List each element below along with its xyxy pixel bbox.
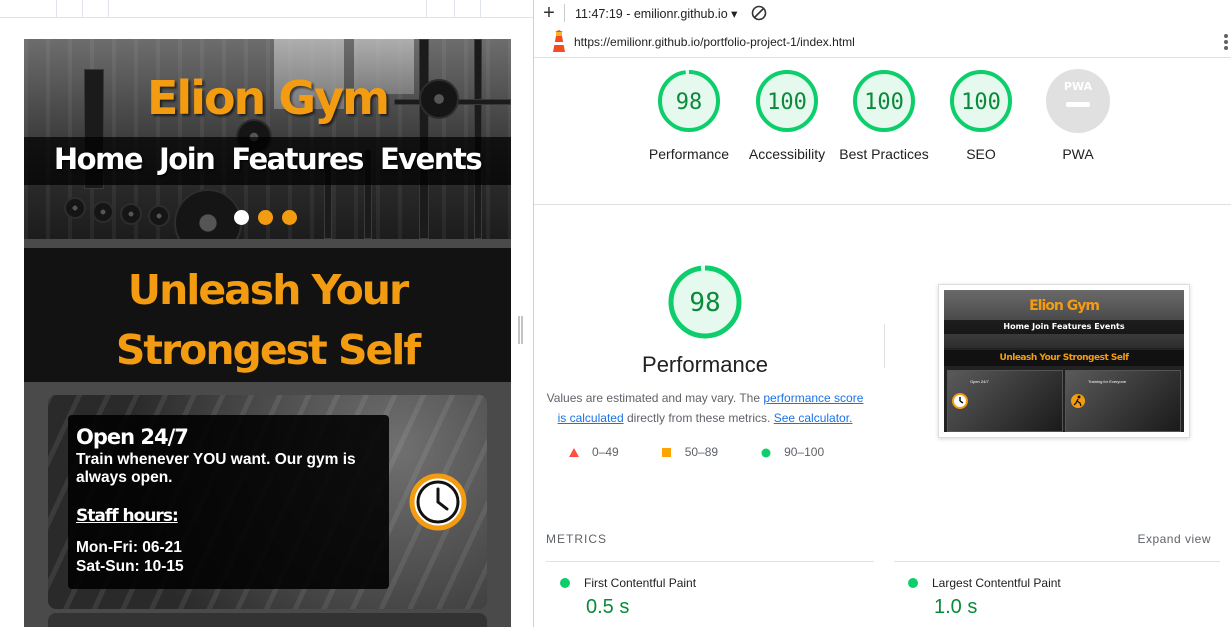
pane-resize-handle[interactable] (518, 316, 524, 344)
gauge-label-pwa: PWA (1062, 146, 1094, 162)
gauge-value-accessibility: 100 (767, 90, 807, 115)
hours-weekdays: Mon-Fri: 06-21 (76, 539, 182, 556)
thumbnail-card-1-text: Open 24/7 (970, 379, 989, 384)
section-divider (534, 204, 1231, 205)
pwa-badge-text: PWA (1063, 80, 1093, 93)
gauge-value-seo: 100 (961, 90, 1001, 115)
thumbnail-nav: Home Join Features Events (944, 320, 1184, 334)
staff-hours-heading: Staff hours: (76, 506, 179, 526)
gauge-value-performance: 98 (676, 90, 703, 115)
feature-card-panel: Open 24/7 Train whenever YOU want. Our g… (68, 415, 389, 589)
metric-lcp: Largest Contentful Paint 1.0 s (908, 576, 1061, 619)
gauge-seo[interactable]: 100 SEO (949, 69, 1013, 162)
add-report-icon[interactable]: + (534, 2, 564, 25)
clock-icon (409, 473, 467, 531)
score-legend: 0–49 50–89 90–100 (568, 445, 866, 459)
performance-gauge-large: 98 (668, 265, 742, 339)
lighthouse-panel: + 11:47:19 - emilionr.github.io ▾ https:… (534, 0, 1231, 627)
card-heading: Open 24/7 (76, 425, 189, 449)
pass-indicator-icon (908, 578, 918, 588)
expand-view-toggle[interactable]: Expand view (1137, 532, 1211, 546)
feature-card-open-24-7: Open 24/7 Train whenever YOU want. Our g… (48, 395, 487, 609)
gauge-label-best-practices: Best Practices (839, 146, 929, 162)
report-url-bar: https://emilionr.github.io/portfolio-pro… (534, 27, 1231, 58)
carousel-dot-3[interactable] (282, 210, 297, 225)
lighthouse-toolbar: + 11:47:19 - emilionr.github.io ▾ (534, 0, 1231, 26)
thumbnail-clock-icon (952, 393, 968, 409)
report-selector-label: 11:47:19 - emilionr.github.io (575, 6, 728, 21)
device-emulation-pane: Elion Gym Home Join Features Events Unle… (0, 0, 533, 627)
gauge-ring-performance: 98 (658, 70, 720, 132)
legend-average-range: 50–89 (684, 445, 719, 459)
feature-card-next (48, 613, 487, 627)
metric-fcp-value: 0.5 s (586, 596, 630, 618)
thumbnail-card-1: Open 24/7 (947, 370, 1063, 432)
see-calculator-link[interactable]: See calculator. (774, 411, 853, 425)
clear-all-icon[interactable] (751, 5, 767, 21)
metrics-rule-right (894, 561, 1220, 562)
gauge-ring-seo: 100 (950, 70, 1012, 132)
toolbar-separator (564, 4, 565, 22)
tagline-section: Unleash Your Strongest Self (24, 248, 511, 382)
metric-lcp-name: Largest Contentful Paint (932, 576, 1061, 590)
gauge-accessibility[interactable]: 100 Accessibility (749, 69, 825, 162)
vertical-divider (884, 324, 885, 368)
thumbnail-title: Elion Gym (1029, 298, 1100, 314)
pwa-badge-icon (1046, 69, 1110, 133)
site-title: Elion Gym (147, 71, 390, 125)
thumbnail-card-2: Training for Everyone (1065, 370, 1181, 432)
nav-link-home[interactable]: Home (54, 142, 144, 176)
nav-link-events[interactable]: Events (380, 142, 483, 176)
metrics-rule-left (546, 561, 874, 562)
performance-description: Values are estimated and may vary. The p… (542, 388, 868, 428)
report-selector[interactable]: 11:47:19 - emilionr.github.io ▾ (575, 6, 737, 21)
gauge-pwa[interactable]: PWA PWA (1046, 69, 1110, 162)
thumbnail-content: Elion Gym Home Join Features Events Unle… (944, 290, 1184, 432)
pass-indicator-icon (560, 578, 570, 588)
legend-pass-range: 90–100 (784, 445, 825, 459)
nav-link-join[interactable]: Join (159, 142, 216, 176)
average-square-icon (661, 447, 671, 457)
gauge-performance[interactable]: 98 Performance (649, 69, 729, 162)
final-screenshot-thumbnail[interactable]: Elion Gym Home Join Features Events Unle… (938, 284, 1190, 438)
gauge-best-practices[interactable]: 100 Best Practices (839, 69, 929, 162)
dropdown-arrow-icon: ▾ (731, 6, 738, 21)
hero-banner: Elion Gym Home Join Features Events (24, 39, 511, 239)
card-body-text: Train whenever YOU want. Our gym is alwa… (76, 451, 356, 486)
tagline-heading: Unleash Your Strongest Self (115, 266, 421, 374)
more-options-icon[interactable] (1223, 32, 1229, 52)
nav-link-features[interactable]: Features (231, 142, 364, 176)
report-url[interactable]: https://emilionr.github.io/portfolio-pro… (574, 35, 855, 49)
legend-fail-range: 0–49 (592, 445, 619, 459)
site-nav: Home Join Features Events (24, 137, 511, 185)
device-toolbar-ruler (0, 0, 533, 18)
legend-fail: 0–49 (568, 445, 619, 459)
gauge-value-best-practices: 100 (864, 90, 904, 115)
description-text-mid: directly from these metrics. (623, 411, 774, 425)
metric-fcp-name: First Contentful Paint (584, 576, 697, 590)
performance-title: Performance (642, 352, 768, 377)
metric-lcp-value: 1.0 s (934, 596, 978, 618)
thumbnail-card-2-text: Training for Everyone (1088, 379, 1127, 384)
thumbnail-runner-icon (1071, 394, 1085, 408)
gauge-label-accessibility: Accessibility (748, 146, 826, 162)
pass-circle-icon (761, 448, 771, 457)
gauge-ring-best-practices: 100 (853, 70, 915, 132)
hours-weekend: Sat-Sun: 10-15 (76, 558, 184, 575)
gauge-ring-accessibility: 100 (756, 70, 818, 132)
fail-triangle-icon (569, 447, 579, 457)
description-text: Values are estimated and may vary. The (546, 391, 764, 405)
device-viewport: Elion Gym Home Join Features Events Unle… (24, 39, 511, 627)
legend-average: 50–89 (661, 445, 718, 459)
carousel-dot-2[interactable] (258, 210, 273, 225)
legend-pass: 90–100 (760, 445, 824, 459)
carousel-indicators (234, 210, 297, 225)
lighthouse-logo-icon (553, 30, 565, 52)
performance-score-large: 98 (689, 288, 720, 318)
metric-fcp: First Contentful Paint 0.5 s (560, 576, 696, 619)
carousel-dot-1[interactable] (234, 210, 249, 225)
metrics-heading: METRICS (546, 532, 607, 546)
thumbnail-tagline: Unleash Your Strongest Self (944, 350, 1184, 366)
